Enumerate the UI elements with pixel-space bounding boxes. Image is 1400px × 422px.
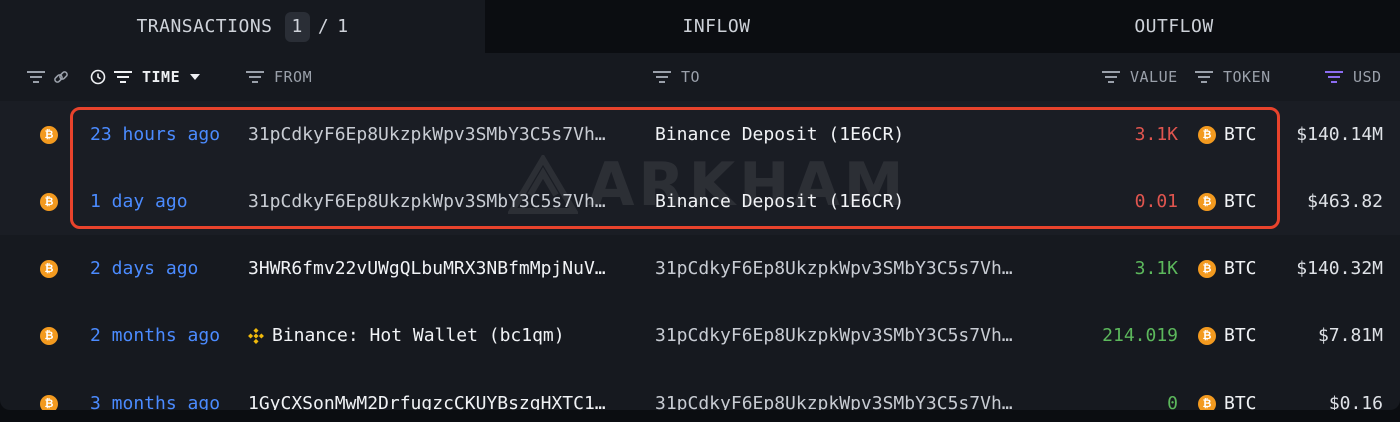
row-token-label: BTC xyxy=(1224,124,1257,145)
value-column-header[interactable]: VALUE xyxy=(1102,53,1178,100)
from-header-label: FROM xyxy=(274,67,313,86)
row-token-label: BTC xyxy=(1224,191,1257,212)
row-usd: $7.81M xyxy=(1317,325,1383,346)
row-from-address[interactable]: 1GyCXSonMwM2DrfugzcCKUYBszgHXTC1… xyxy=(248,370,606,410)
row-token-label: BTC xyxy=(1224,258,1257,279)
token-filter-icon[interactable] xyxy=(1195,70,1213,84)
row-value: 214.019 xyxy=(1102,325,1178,346)
from-filter-icon[interactable] xyxy=(246,70,264,84)
row-from-entity[interactable]: Binance: Hot Wallet (bc1qm) xyxy=(248,302,565,369)
row-from-label: Binance: Hot Wallet (bc1qm) xyxy=(272,325,565,346)
binance-icon xyxy=(248,327,264,344)
tab-transactions[interactable]: TRANSACTIONS 1 / 1 xyxy=(0,0,485,53)
row-time-link[interactable]: 2 days ago xyxy=(90,235,198,302)
page-current[interactable]: 1 xyxy=(284,11,310,42)
usd-header-label: USD xyxy=(1353,67,1382,86)
link-icon[interactable] xyxy=(53,69,69,85)
usd-filter-icon[interactable] xyxy=(1325,70,1343,84)
row-from-address[interactable]: 31pCdkyF6Ep8UkzpkWpv3SMbY3C5s7Vh… xyxy=(248,168,606,235)
page-separator: / xyxy=(317,16,330,37)
row-token-label: BTC xyxy=(1224,393,1257,410)
tab-outflow[interactable]: OUTFLOW xyxy=(948,0,1400,53)
time-filter-icon[interactable] xyxy=(114,70,132,84)
bitcoin-icon: ₿ xyxy=(1198,259,1216,278)
bitcoin-icon: ₿ xyxy=(40,235,58,302)
row-to-entity[interactable]: Binance Deposit (1E6CR) xyxy=(655,168,904,235)
table-row[interactable]: ₿ 3 months ago 1GyCXSonMwM2DrfugzcCKUYBs… xyxy=(0,370,1400,410)
row-token-label: BTC xyxy=(1224,325,1257,346)
row-time-link[interactable]: 3 months ago xyxy=(90,370,220,410)
table-row[interactable]: ₿ 2 days ago 3HWR6fmv22vUWgQLbuMRX3NBfmM… xyxy=(0,235,1400,302)
to-column-header[interactable]: TO xyxy=(653,53,700,100)
row-token[interactable]: ₿ BTC xyxy=(1198,235,1257,302)
tab-bar: TRANSACTIONS 1 / 1 INFLOW OUTFLOW xyxy=(0,0,1400,53)
row-value: 0.01 xyxy=(1134,191,1178,212)
clock-icon xyxy=(90,69,106,85)
from-column-header[interactable]: FROM xyxy=(246,53,312,100)
row-to-address[interactable]: 31pCdkyF6Ep8UkzpkWpv3SMbY3C5s7Vh… xyxy=(655,235,1013,302)
token-column-header[interactable]: TOKEN xyxy=(1195,53,1271,100)
chain-filter-icon[interactable] xyxy=(27,70,45,84)
row-token[interactable]: ₿ BTC xyxy=(1198,370,1257,410)
row-time-link[interactable]: 23 hours ago xyxy=(90,101,220,168)
row-value: 3.1K xyxy=(1134,124,1178,145)
row-value: 0 xyxy=(1167,393,1178,410)
tab-transactions-label: TRANSACTIONS xyxy=(136,16,273,37)
row-usd: $140.32M xyxy=(1296,258,1383,279)
pagination: 1 / 1 xyxy=(284,11,349,42)
time-column-header[interactable]: TIME xyxy=(90,53,201,100)
row-value: 3.1K xyxy=(1134,258,1178,279)
row-usd: $140.14M xyxy=(1296,124,1383,145)
bitcoin-icon: ₿ xyxy=(1198,125,1216,144)
table-row[interactable]: ₿ 2 months ago Binance: Hot Wallet (bc1q… xyxy=(0,302,1400,369)
table-row[interactable]: ₿ 23 hours ago 31pCdkyF6Ep8UkzpkWpv3SMbY… xyxy=(0,101,1400,168)
row-token[interactable]: ₿ BTC xyxy=(1198,101,1257,168)
value-filter-icon[interactable] xyxy=(1102,70,1120,84)
to-filter-icon[interactable] xyxy=(653,70,671,84)
row-usd: $0.16 xyxy=(1328,393,1383,410)
usd-column-header[interactable]: USD xyxy=(1325,53,1382,100)
time-header-label: TIME xyxy=(142,67,181,86)
row-time-link[interactable]: 1 day ago xyxy=(90,168,188,235)
bitcoin-icon: ₿ xyxy=(40,302,58,369)
row-to-address[interactable]: 31pCdkyF6Ep8UkzpkWpv3SMbY3C5s7Vh… xyxy=(655,302,1013,369)
token-header-label: TOKEN xyxy=(1223,67,1271,86)
bitcoin-icon: ₿ xyxy=(1198,394,1216,410)
transactions-panel: TRANSACTIONS 1 / 1 INFLOW OUTFLOW TIME F… xyxy=(0,0,1400,410)
tab-inflow[interactable]: INFLOW xyxy=(485,0,948,53)
value-header-label: VALUE xyxy=(1130,67,1178,86)
row-to-entity[interactable]: Binance Deposit (1E6CR) xyxy=(655,101,904,168)
to-header-label: TO xyxy=(681,67,701,86)
row-token[interactable]: ₿ BTC xyxy=(1198,168,1257,235)
row-to-address[interactable]: 31pCdkyF6Ep8UkzpkWpv3SMbY3C5s7Vh… xyxy=(655,370,1013,410)
table-header: TIME FROM TO VALUE TOKEN USD xyxy=(0,53,1400,100)
table-row[interactable]: ₿ 1 day ago 31pCdkyF6Ep8UkzpkWpv3SMbY3C5… xyxy=(0,168,1400,235)
bitcoin-icon: ₿ xyxy=(1198,326,1216,345)
row-from-address[interactable]: 31pCdkyF6Ep8UkzpkWpv3SMbY3C5s7Vh… xyxy=(248,101,606,168)
tab-inflow-label: INFLOW xyxy=(682,16,751,37)
sort-desc-icon[interactable] xyxy=(190,73,201,80)
row-token[interactable]: ₿ BTC xyxy=(1198,302,1257,369)
row-usd: $463.82 xyxy=(1307,191,1383,212)
bitcoin-icon: ₿ xyxy=(40,101,58,168)
bitcoin-icon: ₿ xyxy=(40,168,58,235)
row-time-link[interactable]: 2 months ago xyxy=(90,302,220,369)
page-total: 1 xyxy=(337,16,349,37)
bitcoin-icon: ₿ xyxy=(1198,192,1216,211)
chain-column-header xyxy=(27,53,69,100)
row-from-address[interactable]: 3HWR6fmv22vUWgQLbuMRX3NBfmMpjNuV… xyxy=(248,235,606,302)
tab-outflow-label: OUTFLOW xyxy=(1134,16,1214,37)
bitcoin-icon: ₿ xyxy=(40,370,58,410)
